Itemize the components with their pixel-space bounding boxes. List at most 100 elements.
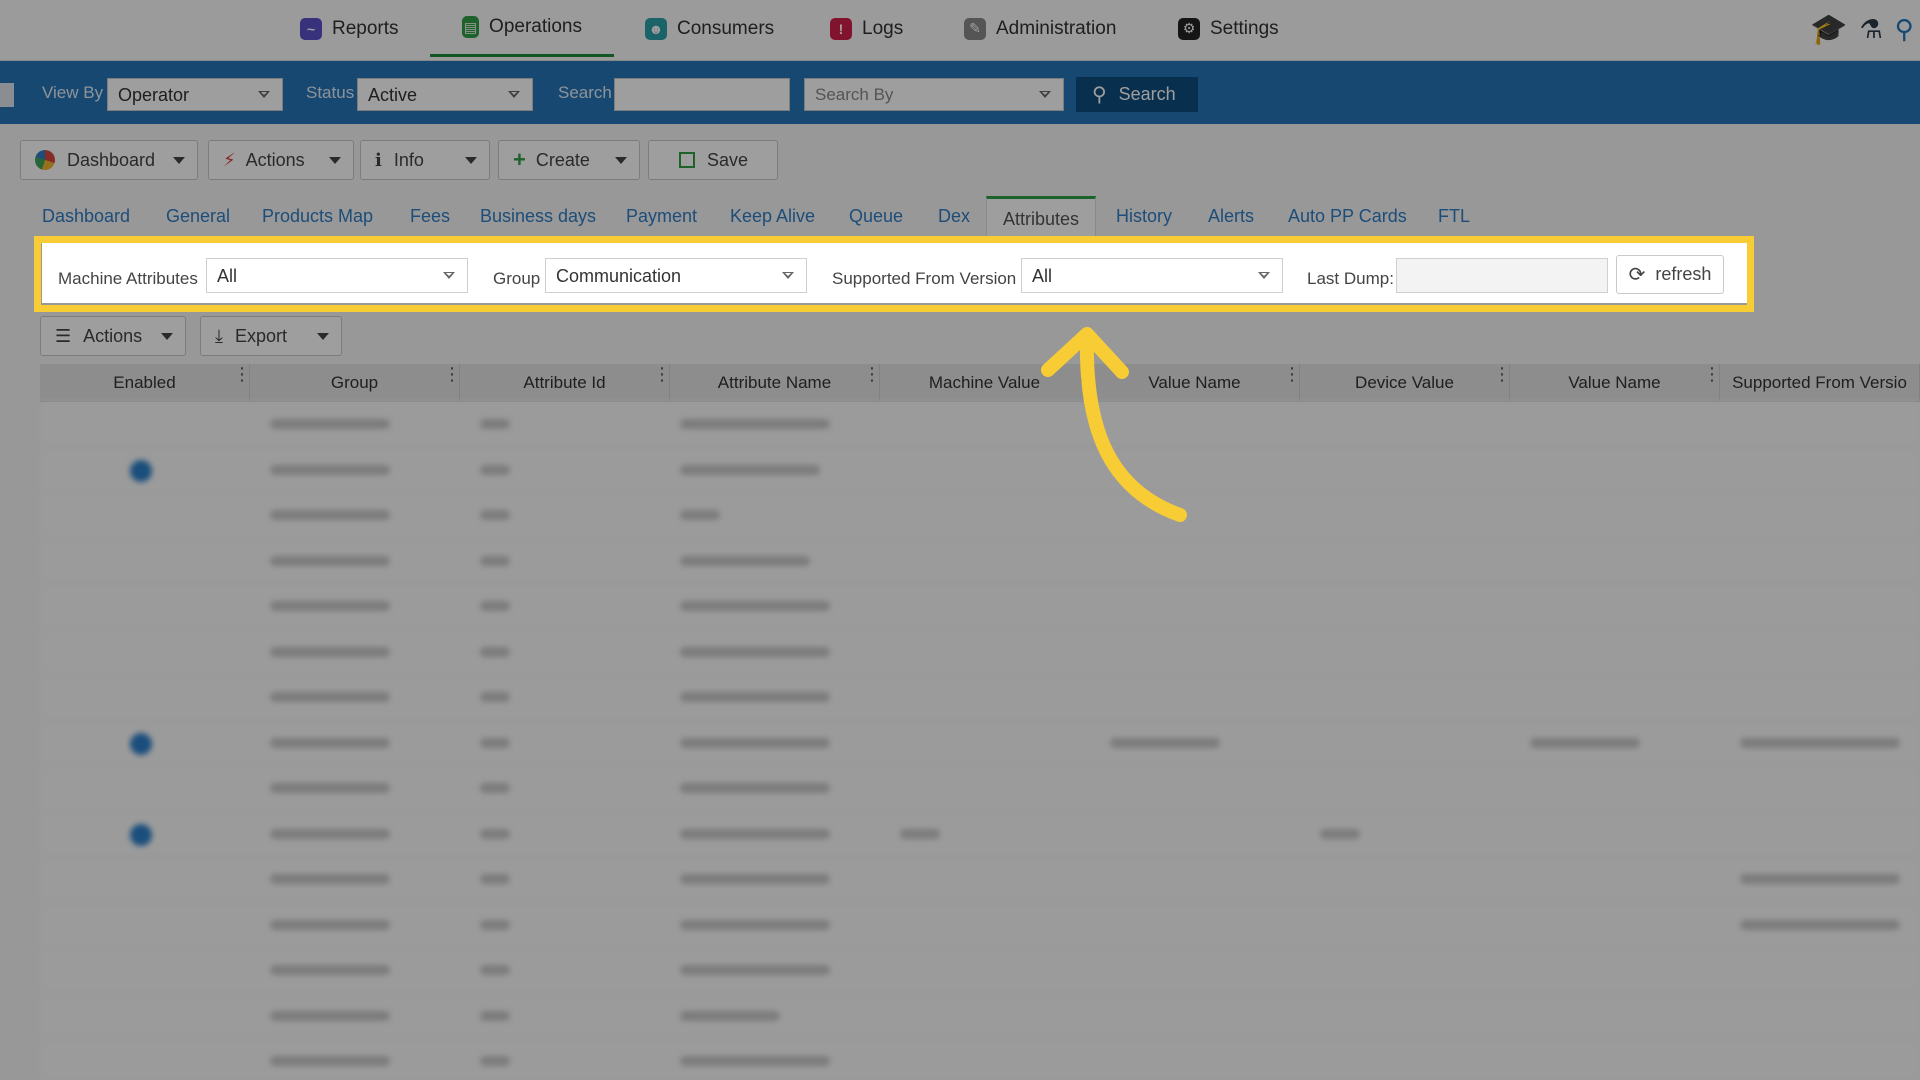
- nav-administration-label: Administration: [996, 17, 1117, 39]
- grid-actions-button[interactable]: ☰ Actions: [40, 316, 186, 356]
- list-icon: ☰: [55, 325, 72, 346]
- bolt-icon: ⚡: [223, 149, 236, 170]
- tab-ftl[interactable]: FTL: [1438, 206, 1470, 227]
- refresh-button[interactable]: ⟳ refresh: [1616, 255, 1724, 294]
- machine-attributes-select[interactable]: All: [206, 258, 468, 293]
- export-button[interactable]: ⤓ Export: [200, 316, 342, 356]
- column-menu-icon[interactable]: ⋮: [1493, 365, 1511, 383]
- tab-general[interactable]: General: [166, 206, 230, 227]
- tab-products-map[interactable]: Products Map: [262, 206, 373, 227]
- column-menu-icon[interactable]: ⋮: [863, 365, 881, 383]
- search-input[interactable]: [614, 78, 790, 111]
- table-row[interactable]: [40, 493, 1920, 539]
- tab-history[interactable]: History: [1116, 206, 1172, 227]
- supported-from-version-select[interactable]: All: [1021, 258, 1283, 293]
- table-row[interactable]: [40, 903, 1920, 948]
- column-header-enabled[interactable]: Enabled ⋮: [40, 364, 251, 402]
- column-menu-icon[interactable]: ⋮: [653, 365, 671, 383]
- tab-alerts[interactable]: Alerts: [1208, 206, 1254, 227]
- create-button-label: Create: [535, 149, 590, 170]
- column-menu-icon[interactable]: ⋮: [233, 365, 251, 383]
- tab-attributes[interactable]: Attributes: [986, 196, 1097, 236]
- chevron-down-icon: [508, 91, 520, 98]
- create-menu-button[interactable]: + Create: [498, 140, 640, 180]
- status-value: Active: [368, 85, 418, 105]
- search-by-placeholder: Search By: [815, 85, 894, 104]
- column-header-attribute-name[interactable]: Attribute Name ⋮: [670, 364, 881, 402]
- chart-icon: ~: [300, 17, 322, 40]
- tab-queue[interactable]: Queue: [849, 206, 903, 227]
- column-header-group[interactable]: Group ⋮: [250, 364, 461, 402]
- caret-down-icon: [173, 157, 185, 164]
- table-row[interactable]: [40, 448, 1920, 493]
- tab-payment[interactable]: Payment: [626, 206, 697, 227]
- filter-bar: View By Operator Status Active Search Se…: [0, 61, 1920, 124]
- column-header-supported-from-version[interactable]: Supported From Versio ⋮: [1720, 364, 1920, 402]
- nav-administration[interactable]: ✎ Administration: [964, 0, 1116, 57]
- column-header-device-value-name[interactable]: Value Name ⋮: [1510, 364, 1721, 402]
- top-right-icons: 🎓 ⚗ ⚲: [1810, 12, 1914, 47]
- machine-attributes-label: Machine Attributes: [58, 269, 198, 288]
- column-menu-icon[interactable]: ⋮: [1283, 365, 1301, 383]
- group-select[interactable]: Communication: [545, 258, 807, 293]
- save-button-label: Save: [707, 149, 749, 170]
- column-header-attribute-id[interactable]: Attribute Id ⋮: [460, 364, 671, 402]
- column-label: Attribute Name: [717, 373, 832, 392]
- caret-down-icon: [317, 333, 329, 340]
- caret-down-icon: [329, 157, 341, 164]
- column-menu-icon[interactable]: ⋮: [1703, 365, 1721, 383]
- tab-auto-pp-cards[interactable]: Auto PP Cards: [1288, 206, 1407, 227]
- view-by-select[interactable]: Operator: [107, 78, 283, 111]
- table-row[interactable]: [40, 539, 1920, 584]
- caret-down-icon: [615, 157, 627, 164]
- app-window: ~ Reports ▤ Operations ☻ Consumers ! Log…: [0, 0, 1920, 1080]
- nav-operations[interactable]: ▤ Operations: [430, 0, 614, 57]
- caret-down-icon: [465, 157, 477, 164]
- nav-settings[interactable]: ⚙ Settings: [1178, 0, 1279, 57]
- table-row[interactable]: [40, 402, 1920, 448]
- search-icon[interactable]: ⚲: [1895, 14, 1914, 45]
- table-row[interactable]: [40, 584, 1920, 630]
- last-dump-label: Last Dump:: [1307, 269, 1394, 288]
- table-row[interactable]: [40, 857, 1920, 903]
- table-row[interactable]: [40, 630, 1920, 675]
- table-row[interactable]: [40, 994, 1920, 1039]
- table-row[interactable]: [40, 721, 1920, 766]
- column-label: Machine Value: [928, 373, 1041, 392]
- column-menu-icon[interactable]: ⋮: [1915, 365, 1920, 383]
- dashboard-button[interactable]: Dashboard: [20, 140, 198, 180]
- attributes-filter-panel: Machine Attributes All Group Communicati…: [42, 243, 1754, 303]
- nav-settings-label: Settings: [1210, 17, 1279, 39]
- table-row[interactable]: [40, 766, 1920, 812]
- column-menu-icon[interactable]: ⋮: [443, 365, 461, 383]
- table-row[interactable]: [40, 1039, 1920, 1080]
- status-select[interactable]: Active: [357, 78, 533, 111]
- group-label: Group: [493, 269, 541, 288]
- tab-fees[interactable]: Fees: [410, 206, 450, 227]
- tab-dex[interactable]: Dex: [938, 206, 970, 227]
- sidebar-toggle[interactable]: [0, 83, 14, 107]
- search-button[interactable]: ⚲ Search: [1076, 77, 1198, 112]
- caret-down-icon: [161, 333, 173, 340]
- tab-keep-alive[interactable]: Keep Alive: [730, 206, 815, 227]
- nav-consumers[interactable]: ☻ Consumers: [645, 0, 774, 57]
- actions-menu-button[interactable]: ⚡ Actions: [208, 140, 354, 180]
- search-by-select[interactable]: Search By: [804, 78, 1064, 111]
- nav-logs[interactable]: ! Logs: [830, 0, 903, 57]
- floppy-disk-icon: [679, 152, 695, 168]
- table-row[interactable]: [40, 948, 1920, 994]
- nav-reports[interactable]: ~ Reports: [300, 0, 399, 57]
- supported-from-version-label: Supported From Version: [832, 269, 1017, 288]
- chevron-down-icon: [258, 91, 270, 98]
- graduation-cap-icon[interactable]: 🎓: [1810, 12, 1847, 47]
- table-row[interactable]: [40, 675, 1920, 721]
- tab-business-days[interactable]: Business days: [480, 206, 596, 227]
- download-icon: ⤓: [215, 325, 223, 346]
- flask-icon[interactable]: ⚗: [1859, 14, 1882, 45]
- save-button[interactable]: Save: [648, 140, 778, 180]
- info-menu-button[interactable]: i Info: [360, 140, 490, 180]
- info-icon: i: [375, 149, 382, 171]
- table-row[interactable]: [40, 812, 1920, 857]
- column-header-device-value[interactable]: Device Value ⋮: [1300, 364, 1511, 402]
- tab-dashboard[interactable]: Dashboard: [42, 206, 130, 227]
